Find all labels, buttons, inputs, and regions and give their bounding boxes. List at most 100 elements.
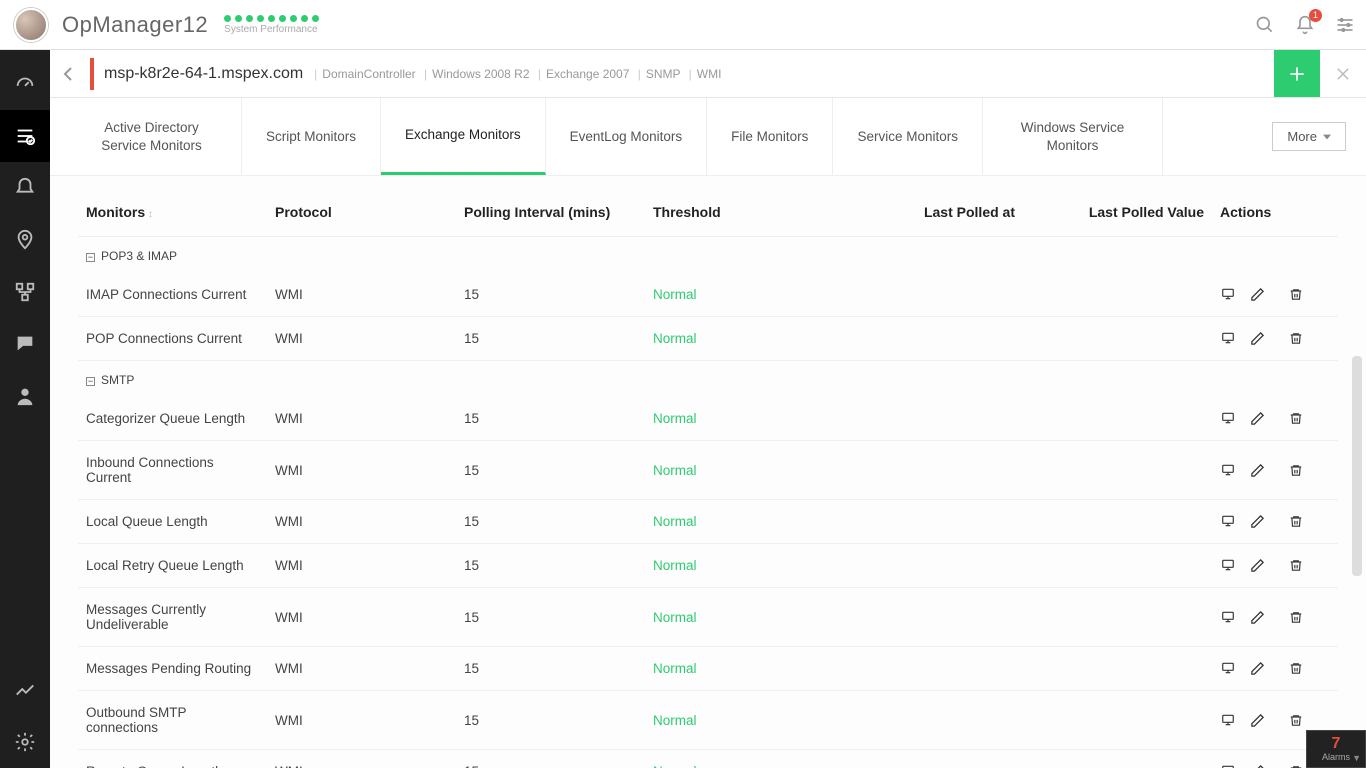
sidebar-item-dashboard[interactable] — [0, 58, 50, 110]
col-actions[interactable]: Actions — [1212, 194, 1338, 237]
brand-version: 12 — [183, 12, 208, 37]
view-icon[interactable] — [1220, 610, 1236, 625]
delete-icon[interactable] — [1289, 661, 1303, 676]
cell-polled-at — [834, 647, 1023, 691]
cell-protocol: WMI — [267, 691, 456, 750]
view-icon[interactable] — [1220, 514, 1236, 529]
crumb-accent — [90, 58, 94, 90]
tab-file-monitors[interactable]: File Monitors — [707, 98, 833, 175]
chevron-down-icon: ▼ — [1352, 753, 1361, 763]
cell-polled-at — [834, 750, 1023, 768]
table-row: Categorizer Queue LengthWMI15Normal — [78, 397, 1338, 441]
edit-icon[interactable] — [1250, 558, 1265, 573]
delete-icon[interactable] — [1289, 287, 1303, 302]
view-icon[interactable] — [1220, 287, 1236, 302]
view-icon[interactable] — [1220, 463, 1236, 478]
sidebar-item-settings[interactable] — [0, 716, 50, 768]
add-button[interactable] — [1274, 50, 1320, 97]
edit-icon[interactable] — [1250, 331, 1265, 346]
settings-toggle-icon[interactable] — [1334, 14, 1356, 36]
search-icon[interactable] — [1254, 14, 1276, 36]
edit-icon[interactable] — [1250, 764, 1265, 768]
alarms-label: Alarms — [1322, 752, 1350, 762]
tab-exchange-monitors[interactable]: Exchange Monitors — [381, 98, 546, 175]
delete-icon[interactable] — [1289, 713, 1303, 728]
content: Monitors Protocol Polling Interval (mins… — [50, 176, 1366, 768]
sidebar — [0, 50, 50, 768]
cell-polled-at — [834, 397, 1023, 441]
cell-monitor: Messages Pending Routing — [78, 647, 267, 691]
delete-icon[interactable] — [1289, 764, 1303, 768]
view-icon[interactable] — [1220, 661, 1236, 676]
delete-icon[interactable] — [1289, 463, 1303, 478]
more-button[interactable]: More — [1272, 122, 1346, 151]
notifications-icon[interactable]: 1 — [1294, 14, 1316, 36]
edit-icon[interactable] — [1250, 287, 1265, 302]
col-protocol[interactable]: Protocol — [267, 194, 456, 237]
sidebar-item-reports[interactable] — [0, 664, 50, 716]
delete-icon[interactable] — [1289, 331, 1303, 346]
col-monitors[interactable]: Monitors — [78, 194, 267, 237]
cell-polled-value — [1023, 441, 1212, 500]
table-group[interactable]: −SMTP — [78, 361, 1338, 398]
cell-monitor: Local Retry Queue Length — [78, 544, 267, 588]
cell-interval: 15 — [456, 441, 645, 500]
tab-service-monitors[interactable]: Service Monitors — [833, 98, 983, 175]
table-row: IMAP Connections CurrentWMI15Normal — [78, 273, 1338, 317]
edit-icon[interactable] — [1250, 661, 1265, 676]
sidebar-item-chat[interactable] — [0, 318, 50, 370]
view-icon[interactable] — [1220, 713, 1236, 728]
col-interval[interactable]: Polling Interval (mins) — [456, 194, 645, 237]
delete-icon[interactable] — [1289, 610, 1303, 625]
cell-interval: 15 — [456, 750, 645, 768]
edit-icon[interactable] — [1250, 463, 1265, 478]
col-threshold[interactable]: Threshold — [645, 194, 834, 237]
cell-monitor: POP Connections Current — [78, 317, 267, 361]
cell-interval: 15 — [456, 544, 645, 588]
cell-protocol: WMI — [267, 317, 456, 361]
tab-eventlog-monitors[interactable]: EventLog Monitors — [546, 98, 708, 175]
monitors-table: Monitors Protocol Polling Interval (mins… — [78, 194, 1338, 768]
sidebar-item-network[interactable] — [0, 266, 50, 318]
sidebar-item-maps[interactable] — [0, 214, 50, 266]
tab-ad-service-monitors[interactable]: Active Directory Service Monitors — [62, 98, 242, 175]
sidebar-item-user[interactable] — [0, 370, 50, 422]
delete-icon[interactable] — [1289, 514, 1303, 529]
delete-icon[interactable] — [1289, 558, 1303, 573]
table-group[interactable]: −POP3 & IMAP — [78, 237, 1338, 274]
edit-icon[interactable] — [1250, 713, 1265, 728]
sidebar-item-alerts[interactable] — [0, 162, 50, 214]
alarms-widget[interactable]: 7 Alarms ▼ — [1306, 730, 1366, 768]
table-row: Messages Pending RoutingWMI15Normal — [78, 647, 1338, 691]
scrollbar[interactable] — [1352, 356, 1362, 576]
sidebar-item-inventory[interactable] — [0, 110, 50, 162]
avatar[interactable] — [14, 8, 48, 42]
cell-polled-value — [1023, 750, 1212, 768]
notif-badge: 1 — [1309, 9, 1322, 22]
brand-name: OpManager — [62, 12, 183, 37]
view-icon[interactable] — [1220, 411, 1236, 426]
cell-threshold: Normal — [645, 397, 834, 441]
col-polled-at[interactable]: Last Polled at — [834, 194, 1023, 237]
system-performance[interactable]: System Performance — [224, 15, 319, 35]
view-icon[interactable] — [1220, 558, 1236, 573]
cell-polled-at — [834, 441, 1023, 500]
tab-windows-service-monitors[interactable]: Windows Service Monitors — [983, 98, 1163, 175]
cell-threshold: Normal — [645, 750, 834, 768]
edit-icon[interactable] — [1250, 411, 1265, 426]
view-icon[interactable] — [1220, 764, 1236, 768]
close-button[interactable] — [1320, 50, 1366, 97]
cell-interval: 15 — [456, 317, 645, 361]
back-button[interactable] — [50, 50, 86, 97]
delete-icon[interactable] — [1289, 411, 1303, 426]
edit-icon[interactable] — [1250, 610, 1265, 625]
cell-protocol: WMI — [267, 397, 456, 441]
cell-monitor: Messages Currently Undeliverable — [78, 588, 267, 647]
cell-monitor: Inbound Connections Current — [78, 441, 267, 500]
cell-monitor: Outbound SMTP connections — [78, 691, 267, 750]
col-polled-value[interactable]: Last Polled Value — [1023, 194, 1212, 237]
tab-script-monitors[interactable]: Script Monitors — [242, 98, 381, 175]
breadcrumb-meta: |DomainController |Windows 2008 R2 |Exch… — [309, 67, 721, 81]
view-icon[interactable] — [1220, 331, 1236, 346]
edit-icon[interactable] — [1250, 514, 1265, 529]
